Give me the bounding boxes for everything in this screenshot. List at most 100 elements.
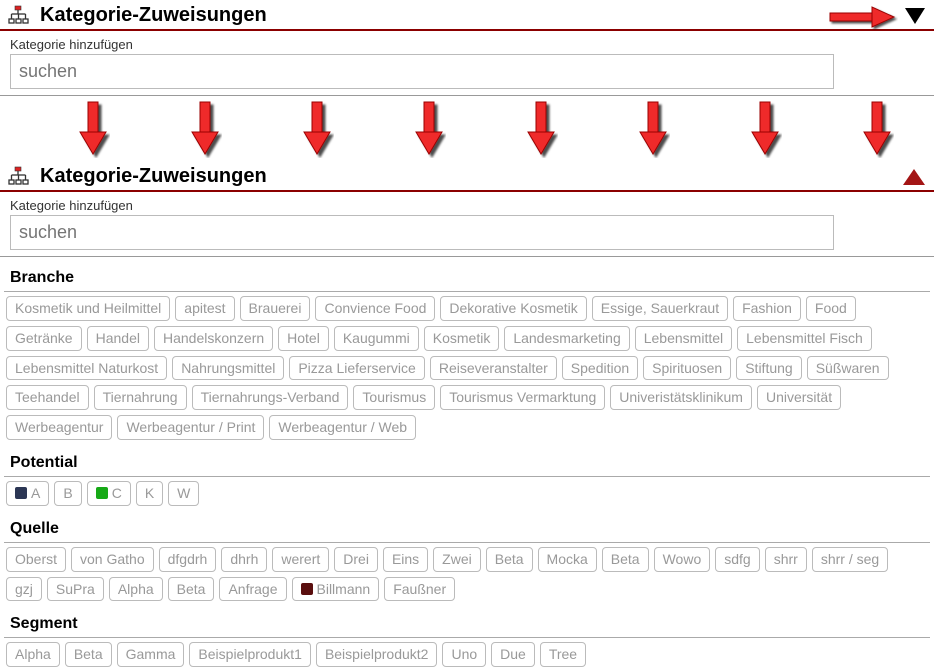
category-tag[interactable]: Landesmarketing	[504, 326, 629, 351]
category-tag[interactable]: Werbeagentur / Print	[117, 415, 264, 440]
category-tag[interactable]: Handelskonzern	[154, 326, 273, 351]
tag-label: Alpha	[118, 581, 154, 598]
category-tag[interactable]: Tourismus Vermarktung	[440, 385, 605, 410]
category-tag[interactable]: Kaugummi	[334, 326, 419, 351]
category-tag[interactable]: Fashion	[733, 296, 801, 321]
category-tag[interactable]: Spirituosen	[643, 356, 731, 381]
tag-label: shrr	[774, 551, 798, 568]
panel-header: Kategorie-Zuweisungen	[0, 0, 934, 31]
category-tag[interactable]: Kosmetik und Heilmittel	[6, 296, 170, 321]
category-tag[interactable]: Lebensmittel Naturkost	[6, 356, 167, 381]
category-tag[interactable]: Due	[491, 642, 535, 667]
category-tag[interactable]: Univeristätsklinikum	[610, 385, 752, 410]
instruction-arrow-down-icon	[860, 100, 894, 161]
category-tag[interactable]: Kosmetik	[424, 326, 500, 351]
category-tag[interactable]: Brauerei	[240, 296, 311, 321]
section-title-segment: Segment	[10, 615, 934, 633]
tag-label: B	[63, 485, 72, 502]
category-tag[interactable]: gzj	[6, 577, 42, 602]
tag-label: gzj	[15, 581, 33, 598]
category-tag[interactable]: K	[136, 481, 163, 506]
search-input[interactable]	[10, 215, 834, 250]
category-tag[interactable]: Alpha	[6, 642, 60, 667]
category-tag[interactable]: Tiernahrung	[94, 385, 187, 410]
category-tag[interactable]: Stiftung	[736, 356, 801, 381]
category-tag[interactable]: Eins	[383, 547, 428, 572]
hierarchy-icon	[4, 5, 32, 27]
category-tag[interactable]: Beta	[486, 547, 533, 572]
category-tag[interactable]: dfgdrh	[159, 547, 217, 572]
expand-toggle[interactable]	[904, 6, 926, 29]
category-tag[interactable]: dhrh	[221, 547, 267, 572]
category-tag[interactable]: W	[168, 481, 199, 506]
tag-label: Handel	[96, 330, 140, 347]
category-tag[interactable]: Tiernahrungs-Verband	[192, 385, 349, 410]
category-tag[interactable]: Teehandel	[6, 385, 89, 410]
search-label: Kategorie hinzufügen	[10, 198, 934, 213]
category-tag[interactable]: B	[54, 481, 81, 506]
category-tag[interactable]: shrr	[765, 547, 807, 572]
category-tag[interactable]: Drei	[334, 547, 378, 572]
category-tag[interactable]: Lebensmittel	[635, 326, 732, 351]
category-tag[interactable]: Beispielprodukt2	[316, 642, 438, 667]
category-tag[interactable]: Beta	[65, 642, 112, 667]
search-input[interactable]	[10, 54, 834, 89]
tag-group-branche: Kosmetik und HeilmittelapitestBrauereiCo…	[0, 292, 934, 442]
section-title-potential: Potential	[10, 454, 934, 472]
tag-label: Drei	[343, 551, 369, 568]
category-tag[interactable]: Werbeagentur	[6, 415, 112, 440]
tag-label: A	[31, 485, 40, 502]
category-tag[interactable]: Mocka	[538, 547, 597, 572]
category-tag[interactable]: Hotel	[278, 326, 329, 351]
category-tag[interactable]: Süßwaren	[807, 356, 889, 381]
category-tag[interactable]: Pizza Lieferservice	[289, 356, 425, 381]
panel-collapsed: Kategorie-Zuweisungen Kategorie	[0, 0, 934, 96]
category-tag[interactable]: shrr / seg	[812, 547, 888, 572]
tag-label: Süßwaren	[816, 360, 880, 377]
category-tag[interactable]: Zwei	[433, 547, 481, 572]
category-tag[interactable]: Handel	[87, 326, 149, 351]
category-tag[interactable]: Uno	[442, 642, 486, 667]
category-tag[interactable]: Lebensmittel Fisch	[737, 326, 872, 351]
category-tag[interactable]: Nahrungsmittel	[172, 356, 284, 381]
category-tag[interactable]: Dekorative Kosmetik	[440, 296, 586, 321]
category-tag[interactable]: SuPra	[47, 577, 104, 602]
tag-label: Werbeagentur / Print	[126, 419, 255, 436]
tag-label: Food	[815, 300, 847, 317]
category-tag[interactable]: Anfrage	[219, 577, 286, 602]
tag-label: Kosmetik	[433, 330, 491, 347]
category-tag[interactable]: werert	[272, 547, 329, 572]
tag-label: Universität	[766, 389, 832, 406]
category-tag[interactable]: Convience Food	[315, 296, 435, 321]
category-tag[interactable]: apitest	[175, 296, 234, 321]
category-tag[interactable]: Oberst	[6, 547, 66, 572]
category-tag[interactable]: Getränke	[6, 326, 82, 351]
category-tag[interactable]: Alpha	[109, 577, 163, 602]
category-tag[interactable]: Billmann	[292, 577, 380, 602]
category-tag[interactable]: Spedition	[562, 356, 638, 381]
category-tag[interactable]: Universität	[757, 385, 841, 410]
category-tag[interactable]: Faußner	[384, 577, 455, 602]
category-tag[interactable]: Beispielprodukt1	[189, 642, 311, 667]
category-tag[interactable]: Gamma	[117, 642, 185, 667]
category-tag[interactable]: Wowo	[654, 547, 711, 572]
category-tag[interactable]: Beta	[168, 577, 215, 602]
category-tag[interactable]: von Gatho	[71, 547, 154, 572]
category-tag[interactable]: Beta	[602, 547, 649, 572]
category-tag[interactable]: sdfg	[715, 547, 759, 572]
category-tag[interactable]: C	[87, 481, 131, 506]
tag-label: Stiftung	[745, 360, 792, 377]
category-tag[interactable]: Tree	[540, 642, 586, 667]
tag-label: Billmann	[317, 581, 371, 598]
category-tag[interactable]: A	[6, 481, 49, 506]
category-tag[interactable]: Werbeagentur / Web	[269, 415, 416, 440]
collapse-toggle[interactable]	[902, 167, 926, 190]
tag-label: Faußner	[393, 581, 446, 598]
panel-title: Kategorie-Zuweisungen	[40, 165, 267, 188]
category-tag[interactable]: Essige, Sauerkraut	[592, 296, 728, 321]
category-tag[interactable]: Reiseveranstalter	[430, 356, 557, 381]
category-tag[interactable]: Tourismus	[353, 385, 435, 410]
category-tag[interactable]: Food	[806, 296, 856, 321]
tag-label: Tree	[549, 646, 577, 663]
tag-label: Nahrungsmittel	[181, 360, 275, 377]
